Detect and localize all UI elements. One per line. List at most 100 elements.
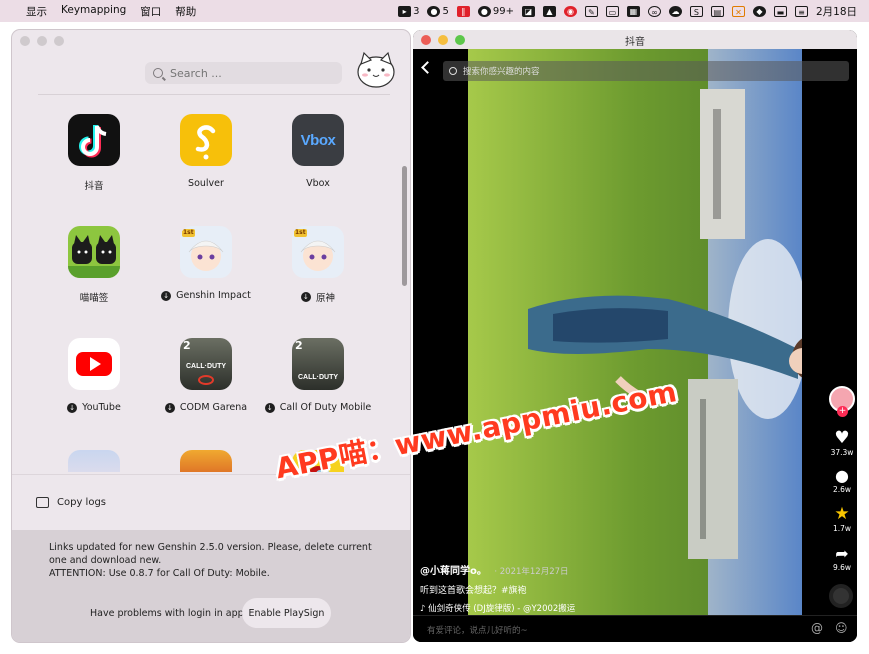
status-item-5[interactable]: ◪ — [521, 5, 535, 17]
emoji-icon[interactable]: ☺ — [835, 621, 848, 635]
status-item-6[interactable]: ▲ — [542, 5, 556, 17]
app-label: 抖音 — [84, 181, 104, 192]
zoom-button[interactable] — [54, 36, 64, 46]
app-icon: ◪ — [521, 5, 535, 17]
copy-logs-button[interactable]: Copy logs — [12, 474, 410, 530]
app-label: Soulver — [188, 178, 224, 189]
favorite-button[interactable]: ★ 1.7w — [827, 504, 857, 533]
kettle-icon: ◆ — [752, 5, 766, 17]
link-icon: ∞ — [647, 5, 661, 17]
download-icon[interactable]: ↓ — [264, 402, 275, 413]
status-qq[interactable]: ● 99+ — [477, 5, 514, 17]
app-tile-call-of-duty-mobile[interactable]: 2 CALL·DUTY ↓ Call Of Duty Mobile — [258, 338, 378, 413]
app-label: CODM Garena — [179, 402, 248, 413]
video-search-box[interactable]: 搜索你感兴趣的内容 — [443, 61, 849, 81]
s-icon: S — [689, 5, 703, 17]
app-tile-partial-1[interactable] — [34, 450, 154, 472]
login-problem-text: Have problems with login in apps? — [90, 608, 254, 619]
status-control[interactable]: ≡ — [794, 5, 808, 17]
download-icon[interactable]: ↓ — [300, 292, 311, 302]
game-icon — [180, 450, 232, 472]
status-wechat[interactable]: ● 5 — [427, 5, 449, 17]
app-label: Call Of Duty Mobile — [279, 402, 372, 413]
genshin-icon: 1st — [180, 226, 232, 278]
app-grid: 抖音 Soulver Vbox Vbox 喵喵签 1st ↓ Genshin I… — [12, 110, 402, 472]
app-tile-soulver[interactable]: Soulver — [146, 114, 266, 189]
share-button[interactable]: ➦ 9.6w — [827, 544, 857, 572]
app-tile-miaomiaoqian[interactable]: 喵喵签 — [34, 226, 154, 304]
mention-icon[interactable]: @ — [811, 621, 823, 635]
enable-playsign-button[interactable]: Enable PlaySign — [242, 598, 331, 628]
soulver-icon — [180, 114, 232, 166]
status-item-12[interactable]: ☁ — [668, 5, 682, 17]
status-pause[interactable]: ‖ — [456, 5, 470, 17]
video-search-placeholder: 搜索你感兴趣的内容 — [463, 67, 540, 77]
status-item-15[interactable]: ✕ — [731, 5, 745, 17]
search-box[interactable] — [145, 62, 342, 84]
qq-icon: ● — [477, 5, 491, 17]
music-title[interactable]: ♪ 仙剑奇侠传 (DJ旋律版) - @Y2002搬运 — [420, 602, 575, 614]
like-button[interactable]: ♥ 37.3w — [827, 428, 857, 457]
yuanshen-icon: 1st — [292, 226, 344, 278]
author-name[interactable]: @小蒋同学o。 — [420, 566, 487, 577]
status-item-14[interactable]: ▤ — [710, 5, 724, 17]
menubar-date[interactable]: 2月18日 — [816, 4, 857, 19]
back-icon[interactable] — [421, 61, 434, 74]
comment-icon: ● — [835, 466, 849, 485]
video-frame-image — [468, 49, 802, 642]
wechat-icon: ● — [427, 5, 441, 17]
app-label: Genshin Impact — [176, 290, 251, 301]
copy-logs-label: Copy logs — [57, 497, 106, 508]
control-center-icon: ≡ — [794, 5, 808, 17]
status-item-1[interactable]: ▸ 3 — [398, 5, 419, 17]
comment-button[interactable]: ● 2.6w — [827, 466, 857, 494]
window-controls — [20, 36, 64, 46]
status-battery[interactable]: ▬ — [773, 5, 787, 17]
app-tile-youtube[interactable]: ↓ YouTube — [34, 338, 154, 413]
app-tile-codm-garena[interactable]: 2 CALL·DUTY ↓ CODM Garena — [146, 338, 266, 413]
brush-icon: ✎ — [584, 5, 598, 17]
menu-window[interactable]: 窗口 — [140, 4, 161, 19]
app-tile-yuanshen[interactable]: 1st ↓ 原神 — [258, 226, 378, 304]
menu-keymapping[interactable]: Keymapping — [61, 4, 126, 19]
menu-display[interactable]: 显示 — [26, 4, 47, 19]
battery-icon: ▬ — [773, 5, 787, 17]
video-player[interactable] — [468, 49, 802, 642]
status-item-16[interactable]: ◆ — [752, 5, 766, 17]
youtube-icon — [68, 338, 120, 390]
author-avatar[interactable]: + — [829, 386, 855, 417]
status-item-7[interactable]: ◉ — [563, 5, 577, 17]
comment-count: 2.6w — [832, 485, 852, 494]
app-tile-genshin-impact[interactable]: 1st ↓ Genshin Impact — [146, 226, 266, 301]
favorite-count: 1.7w — [832, 524, 852, 533]
download-icon[interactable]: ↓ — [164, 402, 175, 413]
music-disc-icon[interactable] — [829, 584, 853, 608]
follow-plus-icon[interactable]: + — [837, 406, 848, 417]
app-label: 原神 — [315, 293, 335, 304]
share-icon: ➦ — [835, 544, 849, 563]
menu-help[interactable]: 帮助 — [175, 4, 196, 19]
status-item-8[interactable]: ✎ — [584, 5, 598, 17]
app-label: Vbox — [306, 178, 330, 189]
download-icon[interactable]: ↓ — [161, 290, 172, 301]
status-item-10[interactable]: ▦ — [626, 5, 640, 17]
screen-icon: ▭ — [605, 5, 619, 17]
app-tile-vbox[interactable]: Vbox Vbox — [258, 114, 378, 189]
scrollbar[interactable] — [402, 166, 407, 286]
close-button[interactable] — [20, 36, 30, 46]
app-tile-douyin[interactable]: 抖音 — [34, 114, 154, 192]
status-item-9[interactable]: ▭ — [605, 5, 619, 17]
update-notice: Links updated for new Genshin 2.5.0 vers… — [49, 541, 389, 580]
notice-line-1: Links updated for new Genshin 2.5.0 vers… — [49, 542, 372, 566]
search-input[interactable] — [170, 66, 320, 80]
miaomiaoqian-icon — [68, 226, 120, 278]
edit-icon — [36, 497, 49, 508]
status-item-11[interactable]: ∞ — [647, 5, 661, 17]
status-item-13[interactable]: S — [689, 5, 703, 17]
minimize-button[interactable] — [37, 36, 47, 46]
comment-input[interactable]: 有爱评论，说点儿好听的~ — [427, 624, 528, 636]
video-caption: 听到这首歌会想起？#旗袍 — [420, 586, 527, 596]
app-library-window: 抖音 Soulver Vbox Vbox — [12, 30, 410, 642]
download-icon[interactable]: ↓ — [67, 402, 78, 413]
app-tile-partial-2[interactable] — [146, 450, 266, 472]
